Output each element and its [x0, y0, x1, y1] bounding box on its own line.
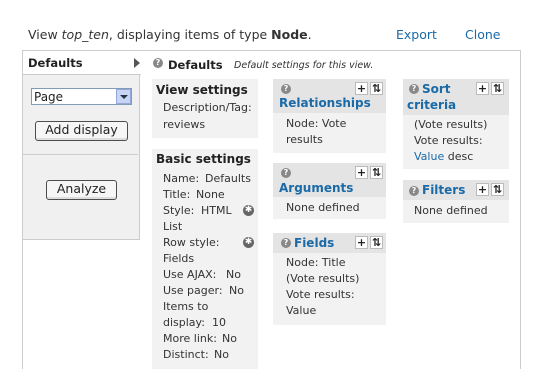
rearrange-icon[interactable]: ⇅: [370, 166, 383, 179]
fields-title[interactable]: Fields: [294, 236, 334, 250]
style-label: Style:: [163, 204, 195, 217]
help-icon[interactable]: ?: [281, 238, 291, 248]
row-style-value[interactable]: Fields: [163, 251, 194, 267]
description-tag-label: Description/Tag:: [163, 101, 252, 114]
export-link[interactable]: Export: [396, 27, 437, 42]
description-tag-value[interactable]: reviews: [163, 117, 205, 133]
view-name: top_ten: [61, 27, 109, 42]
add-icon[interactable]: +: [355, 236, 368, 249]
items-label: Items to: [163, 300, 209, 313]
more-link-value[interactable]: No: [222, 331, 237, 347]
view-header: View top_ten, displaying items of type N…: [28, 27, 312, 42]
divider: [23, 154, 138, 155]
basic-settings-title: Basic settings: [156, 152, 251, 166]
rearrange-icon[interactable]: ⇅: [370, 82, 383, 95]
tab-defaults-label: Defaults: [28, 56, 83, 70]
chevron-down-icon[interactable]: [116, 89, 131, 104]
more-link-label: More link:: [163, 332, 217, 345]
sort-item[interactable]: Vote results:: [414, 133, 483, 149]
analyze-button[interactable]: Analyze: [46, 180, 117, 200]
help-icon[interactable]: ?: [409, 186, 419, 196]
add-icon[interactable]: +: [355, 82, 368, 95]
rearrange-icon[interactable]: ⇅: [491, 183, 504, 196]
view-settings-title: View settings: [156, 83, 248, 97]
sort-item-cont: Value desc: [414, 149, 473, 165]
relationship-item-cont[interactable]: results: [286, 132, 323, 148]
add-icon[interactable]: +: [476, 82, 489, 95]
add-display-button[interactable]: Add display: [35, 121, 128, 141]
help-icon[interactable]: ?: [409, 84, 419, 94]
main-title: Defaults: [168, 58, 223, 72]
rearrange-icon[interactable]: ⇅: [370, 236, 383, 249]
items-value[interactable]: 10: [212, 315, 226, 331]
add-icon[interactable]: +: [355, 166, 368, 179]
sort-criteria-title-cont[interactable]: criteria: [407, 98, 456, 112]
relationships-title[interactable]: Relationships: [279, 96, 371, 110]
add-icon[interactable]: +: [476, 183, 489, 196]
distinct-label: Distinct:: [163, 348, 209, 361]
field-item-cont[interactable]: Value: [286, 303, 316, 319]
tab-arrow-icon: [134, 58, 140, 68]
sort-criteria-title[interactable]: Sort: [422, 82, 451, 96]
ajax-label: Use AJAX:: [163, 268, 217, 281]
sort-order: desc: [444, 150, 474, 163]
pager-label: Use pager:: [163, 284, 223, 297]
sort-item-value[interactable]: Value: [414, 150, 444, 163]
arguments-empty: None defined: [286, 201, 360, 214]
clone-link[interactable]: Clone: [465, 27, 500, 42]
sort-item[interactable]: (Vote results): [414, 117, 487, 133]
name-value[interactable]: Defaults: [205, 171, 251, 187]
title-value[interactable]: None: [196, 187, 225, 203]
header-suffix: .: [307, 27, 312, 42]
view-type: Node: [271, 27, 308, 42]
help-icon[interactable]: ?: [281, 168, 291, 178]
field-item-cont[interactable]: (Vote results): [286, 271, 359, 287]
filters-empty: None defined: [414, 204, 488, 217]
main-description: Default settings for this view.: [234, 60, 374, 71]
display-type-value: Page: [34, 90, 64, 104]
style-value[interactable]: HTML: [201, 203, 232, 219]
header-middle: , displaying items of type: [108, 27, 272, 42]
arguments-title[interactable]: Arguments: [279, 181, 353, 195]
name-label: Name:: [163, 172, 200, 185]
items-label-cont: display:: [163, 316, 205, 329]
row-style-label: Row style:: [163, 236, 220, 249]
title-label: Title:: [163, 188, 191, 201]
help-icon[interactable]: ?: [281, 84, 291, 94]
field-item[interactable]: Vote results:: [286, 287, 355, 303]
ajax-value[interactable]: No: [226, 267, 241, 283]
rearrange-icon[interactable]: ⇅: [491, 82, 504, 95]
gear-icon[interactable]: ✱: [243, 205, 254, 216]
distinct-value[interactable]: No: [214, 347, 229, 363]
style-value-cont[interactable]: List: [163, 219, 182, 235]
relationship-item[interactable]: Node: Vote: [286, 116, 346, 132]
field-item[interactable]: Node: Title: [286, 255, 346, 271]
header-prefix: View: [28, 27, 62, 42]
pager-value[interactable]: No: [229, 283, 244, 299]
display-tabs-panel: [22, 50, 140, 240]
gear-icon[interactable]: ✱: [243, 237, 254, 248]
filters-title[interactable]: Filters: [422, 183, 465, 197]
help-icon[interactable]: ?: [153, 58, 163, 68]
